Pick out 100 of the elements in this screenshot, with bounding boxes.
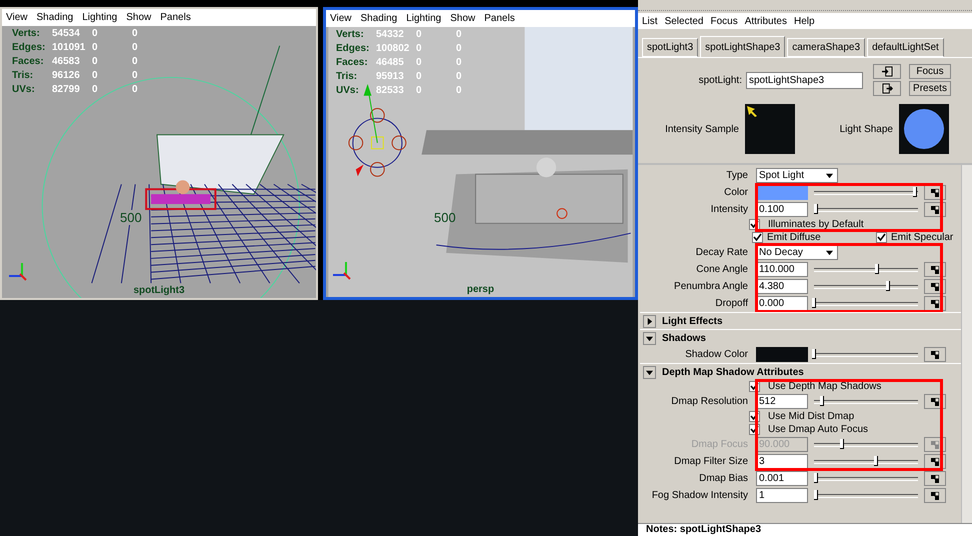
panel-button[interactable]: Focus: [909, 64, 951, 79]
attribute-label: Dmap Filter Size: [673, 456, 748, 467]
attribute-label: Shadow Color: [684, 349, 748, 360]
panel-button[interactable]: Presets: [909, 81, 951, 96]
attribute-label: Dmap Resolution: [670, 396, 748, 407]
caret-icon: [826, 172, 833, 179]
checker-icon: [931, 474, 939, 482]
scrollbar[interactable]: [961, 165, 972, 523]
menu-item[interactable]: Lighting: [406, 13, 442, 24]
section-header[interactable]: Light Effects: [640, 312, 961, 329]
stat-label: Edges:: [336, 43, 370, 54]
stat-value: 0: [416, 85, 423, 96]
node-tab[interactable]: spotLightShape3: [700, 36, 786, 57]
camera-name: persp: [466, 284, 494, 295]
caret-icon: [826, 249, 833, 256]
node-type-label: spotLight:: [698, 74, 742, 86]
value-field[interactable]: 4.380: [756, 279, 808, 294]
dropdown[interactable]: No Decay: [756, 245, 838, 260]
menu-item[interactable]: Attributes: [744, 16, 787, 26]
stat-value: 46583: [52, 56, 81, 67]
light-shape-swatch: [898, 104, 950, 154]
checkbox[interactable]: [752, 232, 763, 243]
stat-value: 0: [132, 56, 139, 67]
slider-handle[interactable]: [812, 298, 816, 308]
map-button[interactable]: [924, 488, 946, 503]
slider-handle[interactable]: [874, 456, 878, 466]
menu-item[interactable]: Lighting: [82, 12, 118, 23]
color-swatch[interactable]: [756, 347, 808, 362]
checkbox-label: Emit Specular: [891, 232, 954, 243]
menu-item[interactable]: Panels: [484, 13, 515, 24]
stat-value: 0: [92, 28, 99, 39]
map-button[interactable]: [924, 471, 946, 486]
input-connection-button[interactable]: [873, 64, 901, 79]
node-tab[interactable]: spotLight3: [642, 38, 698, 57]
checker-icon: [931, 458, 939, 466]
slider-handle[interactable]: [814, 490, 818, 500]
slider-handle[interactable]: [820, 396, 824, 406]
menu-item[interactable]: Help: [794, 16, 815, 26]
stat-label: Verts:: [336, 29, 365, 40]
stat-label: Edges:: [12, 42, 46, 53]
slider-handle[interactable]: [875, 264, 880, 274]
menu-item[interactable]: List: [642, 16, 658, 26]
dropdown[interactable]: Spot Light: [756, 168, 838, 183]
map-button[interactable]: [924, 347, 946, 362]
attribute-label: Intensity: [710, 204, 748, 215]
menu-item[interactable]: Panels: [160, 12, 191, 23]
checkbox[interactable]: [876, 232, 887, 243]
attribute-label: Color: [723, 187, 748, 198]
node-tab[interactable]: cameraShape3: [787, 38, 866, 57]
stat-value: 0: [132, 42, 139, 53]
slider-handle[interactable]: [812, 348, 816, 358]
camera-name: spotLight3: [133, 285, 185, 296]
checkbox-label: Illuminates by Default: [768, 219, 864, 230]
stat-value: 0: [92, 84, 99, 95]
value-field[interactable]: 0.001: [756, 471, 808, 486]
menu-item[interactable]: Show: [450, 13, 476, 24]
arrow-out-of-box-icon: [882, 83, 892, 94]
stat-value: 54534: [52, 28, 81, 39]
stat-label: Tris:: [12, 70, 34, 81]
stat-value: 0: [456, 71, 463, 82]
menu-item[interactable]: View: [330, 13, 352, 24]
stat-value: 0: [416, 57, 423, 68]
viewport-panel[interactable]: View Shading Lighting Show Panels Verts: 54332 0 0 Edges: 100802 0 0 Faces: 46485 0 0 Tris: 95913 0 0 UVs: 82533 0 0 500 persp: [323, 7, 638, 300]
value-field[interactable]: 512: [756, 394, 808, 409]
menu-item[interactable]: Shading: [360, 13, 398, 24]
slider-handle[interactable]: [814, 472, 818, 482]
node-name-field[interactable]: spotLightShape3: [746, 72, 863, 88]
stat-value: 82799: [52, 84, 81, 95]
value-field[interactable]: 110.000: [756, 262, 808, 277]
swatch-label: Light Shape: [840, 124, 893, 134]
value-field[interactable]: 0.100: [756, 202, 808, 217]
checkbox-label: Use Depth Map Shadows: [768, 381, 882, 392]
value-field[interactable]: 1: [756, 488, 808, 503]
stat-value: 0: [92, 70, 99, 81]
menu-item[interactable]: Shading: [36, 12, 74, 23]
value-field[interactable]: 3: [756, 454, 808, 469]
menu-item[interactable]: Show: [126, 12, 152, 23]
checkbox-label: Use Mid Dist Dmap: [768, 411, 854, 422]
menu-item[interactable]: View: [6, 12, 28, 23]
swatch-label: Intensity Sample: [665, 124, 739, 134]
node-tab[interactable]: defaultLightSet: [867, 38, 944, 57]
menu-item[interactable]: Focus: [710, 16, 738, 26]
stat-value: 0: [456, 29, 463, 40]
viewport-panel[interactable]: View Shading Lighting Show Panels Verts: 54534 0 0 Edges: 101091 0 0 Faces: 46583 0 0 Tris: 96126 0 0 UVs: 82799 0 0 500 spotLight3: [0, 7, 318, 300]
attribute-label: Dmap Focus: [690, 439, 748, 450]
slider-handle[interactable]: [886, 280, 890, 290]
section-header[interactable]: Shadows: [640, 329, 961, 346]
stat-value: 0: [456, 85, 463, 96]
slider-handle[interactable]: [912, 186, 917, 196]
slider-handle[interactable]: [814, 204, 818, 214]
attribute-label: Type: [725, 170, 748, 181]
output-connection-button[interactable]: [873, 81, 901, 96]
checker-icon: [931, 492, 939, 500]
color-swatch[interactable]: [756, 185, 808, 200]
stat-label: Faces:: [12, 56, 45, 67]
menu-item[interactable]: Selected: [664, 16, 704, 26]
checker-icon: [931, 206, 939, 214]
stat-label: UVs:: [12, 84, 36, 95]
section-header[interactable]: Depth Map Shadow Attributes: [640, 363, 961, 380]
value-field[interactable]: 0.000: [756, 296, 808, 311]
